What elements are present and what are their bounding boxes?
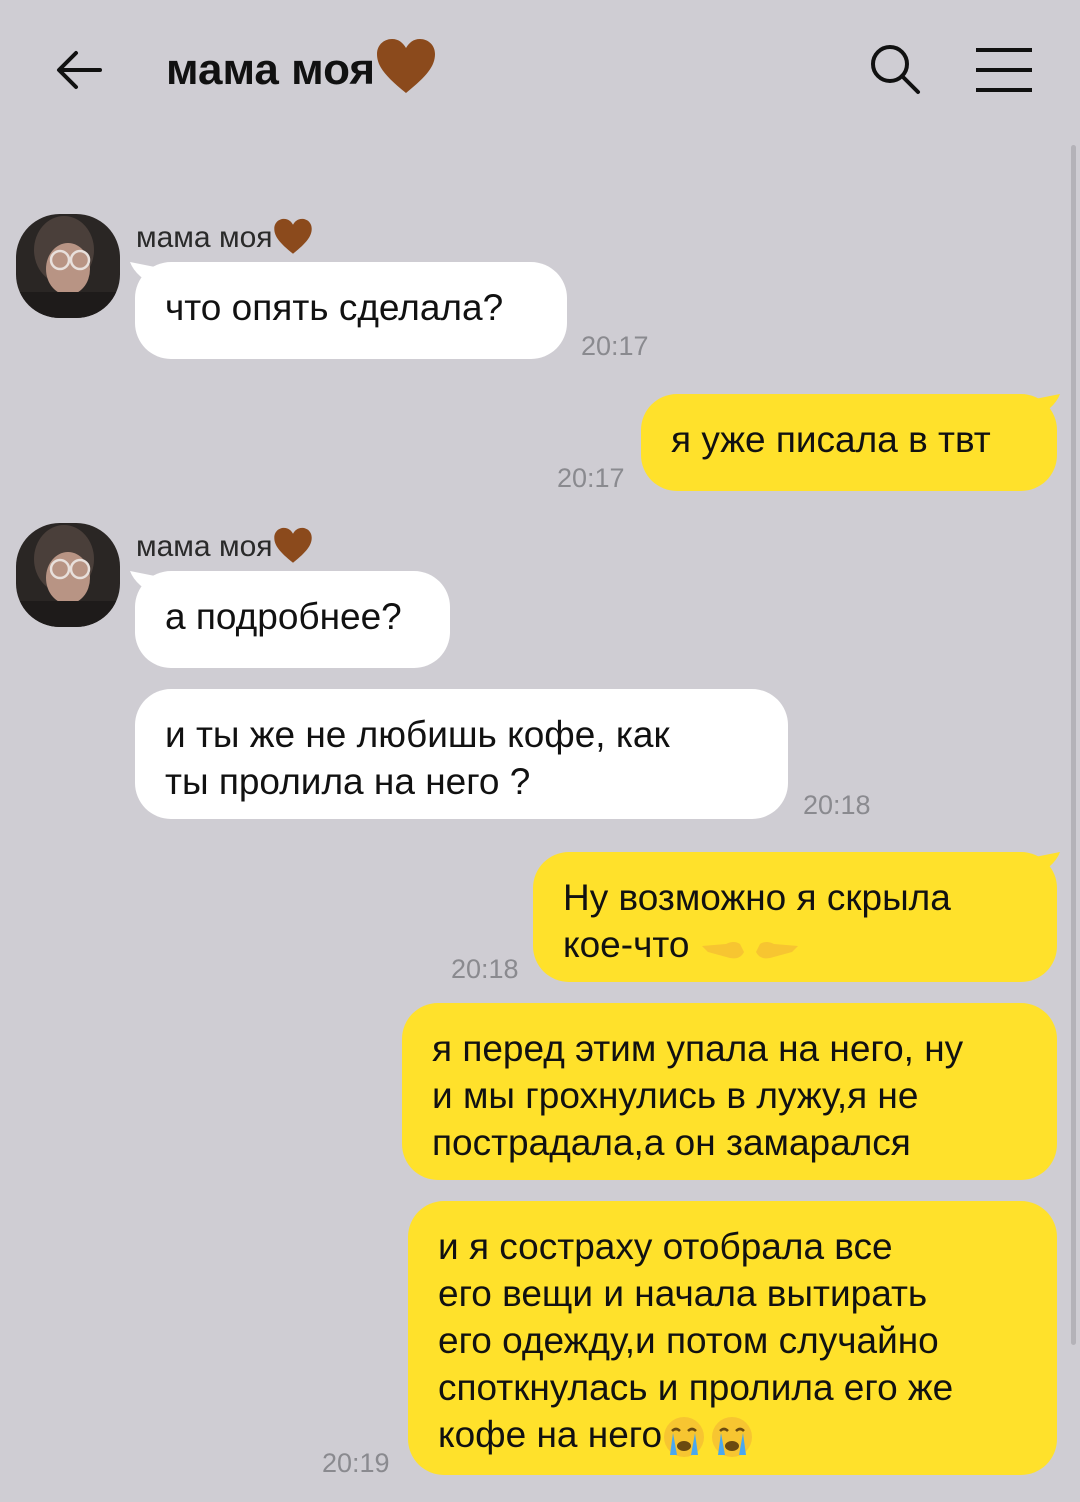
brown-heart-icon — [273, 218, 312, 254]
brown-heart-icon — [377, 39, 436, 93]
message-bubble-incoming[interactable]: а подробнее? — [135, 571, 450, 668]
search-button[interactable] — [866, 40, 924, 98]
message-text-line: его одежду,и потом случайно — [438, 1320, 939, 1361]
message-bubble-outgoing[interactable]: и я состраху отобрала все его вещи и нач… — [408, 1201, 1057, 1475]
message-text-line: и мы грохнулись в лужу,я не — [432, 1075, 919, 1116]
message-time: 20:17 — [557, 463, 625, 493]
message-text: что опять сделала? — [165, 287, 504, 328]
avatar[interactable] — [16, 523, 120, 627]
message-bubble-incoming[interactable]: что опять сделала? — [135, 262, 567, 359]
message-time: 20:19 — [322, 1448, 390, 1478]
chat-title: мама моя — [166, 38, 437, 96]
message-bubble-outgoing[interactable]: я перед этим упала на него, ну и мы грох… — [402, 1003, 1057, 1180]
pointing-hands-icon — [701, 942, 798, 959]
bubble-tail — [1030, 394, 1060, 420]
message-text-line: и я состраху отобрала все — [438, 1226, 893, 1267]
bubble-tail — [1030, 852, 1060, 878]
menu-icon — [976, 48, 1032, 92]
chat-title-text: мама моя — [166, 45, 376, 94]
message-text-line: Ну возможно я скрыла — [563, 877, 951, 918]
message-text-line: ты пролила на него ? — [165, 761, 531, 802]
back-button[interactable] — [50, 40, 110, 100]
message-text: а подробнее? — [165, 596, 402, 637]
message-text-line: пострадала,а он замарался — [432, 1122, 911, 1163]
message-time: 20:18 — [451, 954, 519, 984]
message-text-line-with-emoji: кофе на него — [438, 1411, 1027, 1459]
back-arrow-icon — [57, 51, 102, 89]
chat-header: мама моя — [0, 0, 1080, 140]
message-time: 20:18 — [803, 790, 871, 820]
message-bubble-incoming[interactable]: и ты же не любишь кофе, как ты пролила н… — [135, 689, 788, 819]
avatar[interactable] — [16, 214, 120, 318]
message-text-line: и ты же не любишь кофе, как — [165, 714, 670, 755]
search-icon — [871, 45, 920, 94]
message-text-line: споткнулась и пролила его же — [438, 1367, 954, 1408]
message-text-line: его вещи и начала вытирать — [438, 1273, 928, 1314]
brown-heart-icon — [273, 527, 312, 563]
scrollbar[interactable] — [1071, 145, 1076, 1345]
message-text: я уже писала в твт — [671, 419, 991, 460]
menu-button[interactable] — [972, 42, 1036, 98]
crying-face-icon — [664, 1417, 705, 1458]
message-text-line: я перед этим упала на него, ну — [432, 1028, 964, 1069]
message-bubble-outgoing[interactable]: я уже писала в твт — [641, 394, 1057, 491]
message-text-line-with-emoji: кое-что — [563, 921, 1027, 968]
message-bubble-outgoing[interactable]: Ну возможно я скрыла кое-что — [533, 852, 1057, 982]
sender-name: мама моя — [136, 218, 313, 256]
crying-face-icon — [712, 1417, 753, 1458]
message-time: 20:17 — [581, 331, 649, 361]
sender-name: мама моя — [136, 527, 313, 565]
